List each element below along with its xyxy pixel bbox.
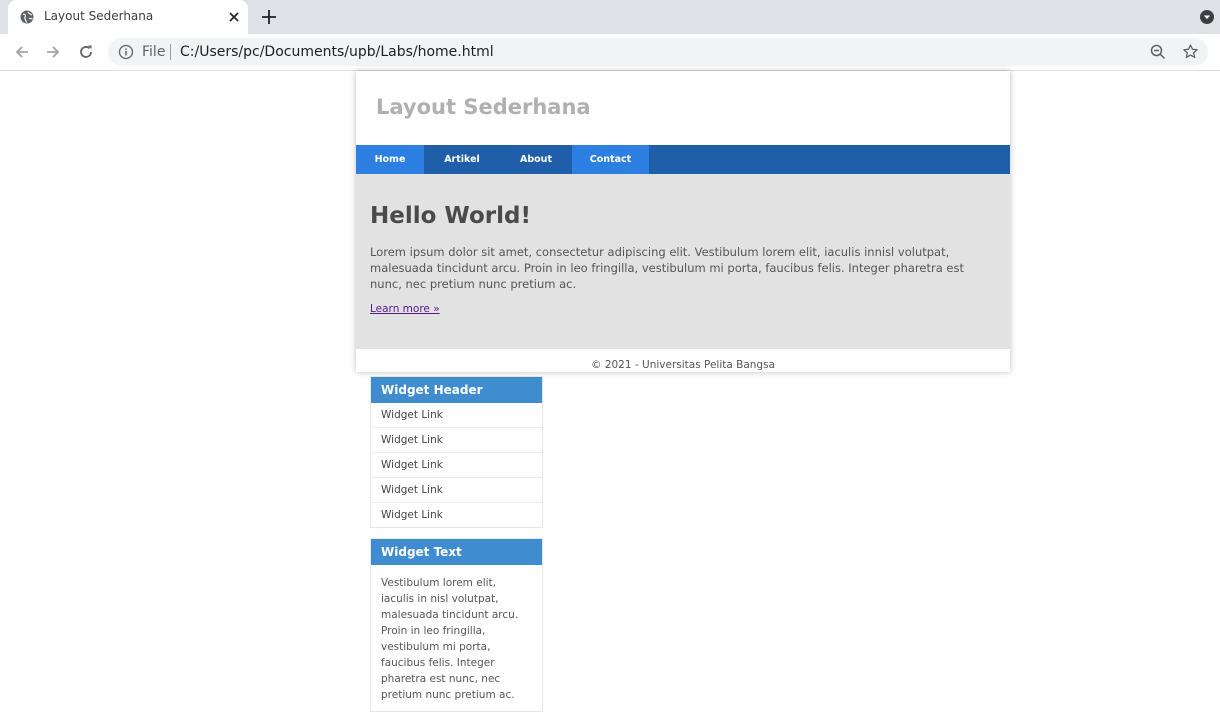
widget-header: Widget Header: [371, 377, 542, 403]
bookmark-star-icon[interactable]: [1182, 43, 1199, 60]
address-divider: [170, 44, 171, 60]
site-header: Layout Sederhana: [356, 71, 1010, 145]
main-nav: Home Artikel About Contact: [356, 145, 1010, 174]
nav-home[interactable]: Home: [356, 145, 424, 174]
widget-link-list: Widget Link Widget Link Widget Link Widg…: [371, 403, 542, 527]
page-container: Layout Sederhana Home Artikel About Cont…: [356, 71, 1010, 372]
hero-section: Hello World! Lorem ipsum dolor sit amet,…: [356, 174, 1010, 349]
nav-contact[interactable]: Contact: [572, 145, 649, 174]
scheme-label: File: [142, 44, 166, 60]
widget-link[interactable]: Widget Link: [371, 403, 542, 428]
hero-heading: Hello World!: [370, 203, 531, 229]
widget-text-body: Vestibulum lorem elit, iaculis in nisl v…: [381, 577, 519, 701]
info-icon[interactable]: [118, 44, 134, 60]
nav-about[interactable]: About: [500, 145, 572, 174]
address-bar[interactable]: File C:/Users/pc/Documents/upb/Labs/home…: [108, 38, 1208, 66]
links-widget: Widget Header Widget Link Widget Link Wi…: [370, 376, 543, 528]
forward-arrow-icon[interactable]: [43, 42, 63, 62]
widget-link[interactable]: Widget Link: [371, 478, 542, 503]
reload-icon[interactable]: [76, 42, 96, 62]
globe-icon: [20, 10, 34, 24]
hero-text: Lorem ipsum dolor sit amet, consectetur …: [370, 245, 965, 291]
text-widget: Widget Text Vestibulum lorem elit, iacul…: [370, 538, 543, 712]
tab-strip: Layout Sederhana: [0, 0, 1220, 34]
back-arrow-icon[interactable]: [12, 42, 32, 62]
new-tab-plus-icon[interactable]: [259, 7, 279, 27]
browser-toolbar: File C:/Users/pc/Documents/upb/Labs/home…: [0, 34, 1220, 71]
url-text[interactable]: C:/Users/pc/Documents/upb/Labs/home.html: [180, 44, 494, 60]
widget-link[interactable]: Widget Link: [371, 503, 542, 527]
tab-title: Layout Sederhana: [44, 9, 154, 23]
widget-text-header: Widget Text: [371, 539, 542, 565]
zoom-out-icon[interactable]: [1150, 44, 1166, 60]
close-icon[interactable]: [224, 7, 244, 27]
footer-copyright: © 2021 - Universitas Pelita Bangsa: [590, 359, 776, 371]
site-footer: © 2021 - Universitas Pelita Bangsa: [356, 349, 1010, 372]
nav-artikel[interactable]: Artikel: [424, 145, 500, 174]
widget-link[interactable]: Widget Link: [371, 453, 542, 478]
learn-more-link[interactable]: Learn more »: [370, 303, 440, 315]
tab-search-dropdown-icon[interactable]: [1199, 9, 1215, 25]
site-title: Layout Sederhana: [376, 95, 591, 119]
widget-link[interactable]: Widget Link: [371, 428, 542, 453]
browser-tab[interactable]: Layout Sederhana: [8, 0, 248, 34]
